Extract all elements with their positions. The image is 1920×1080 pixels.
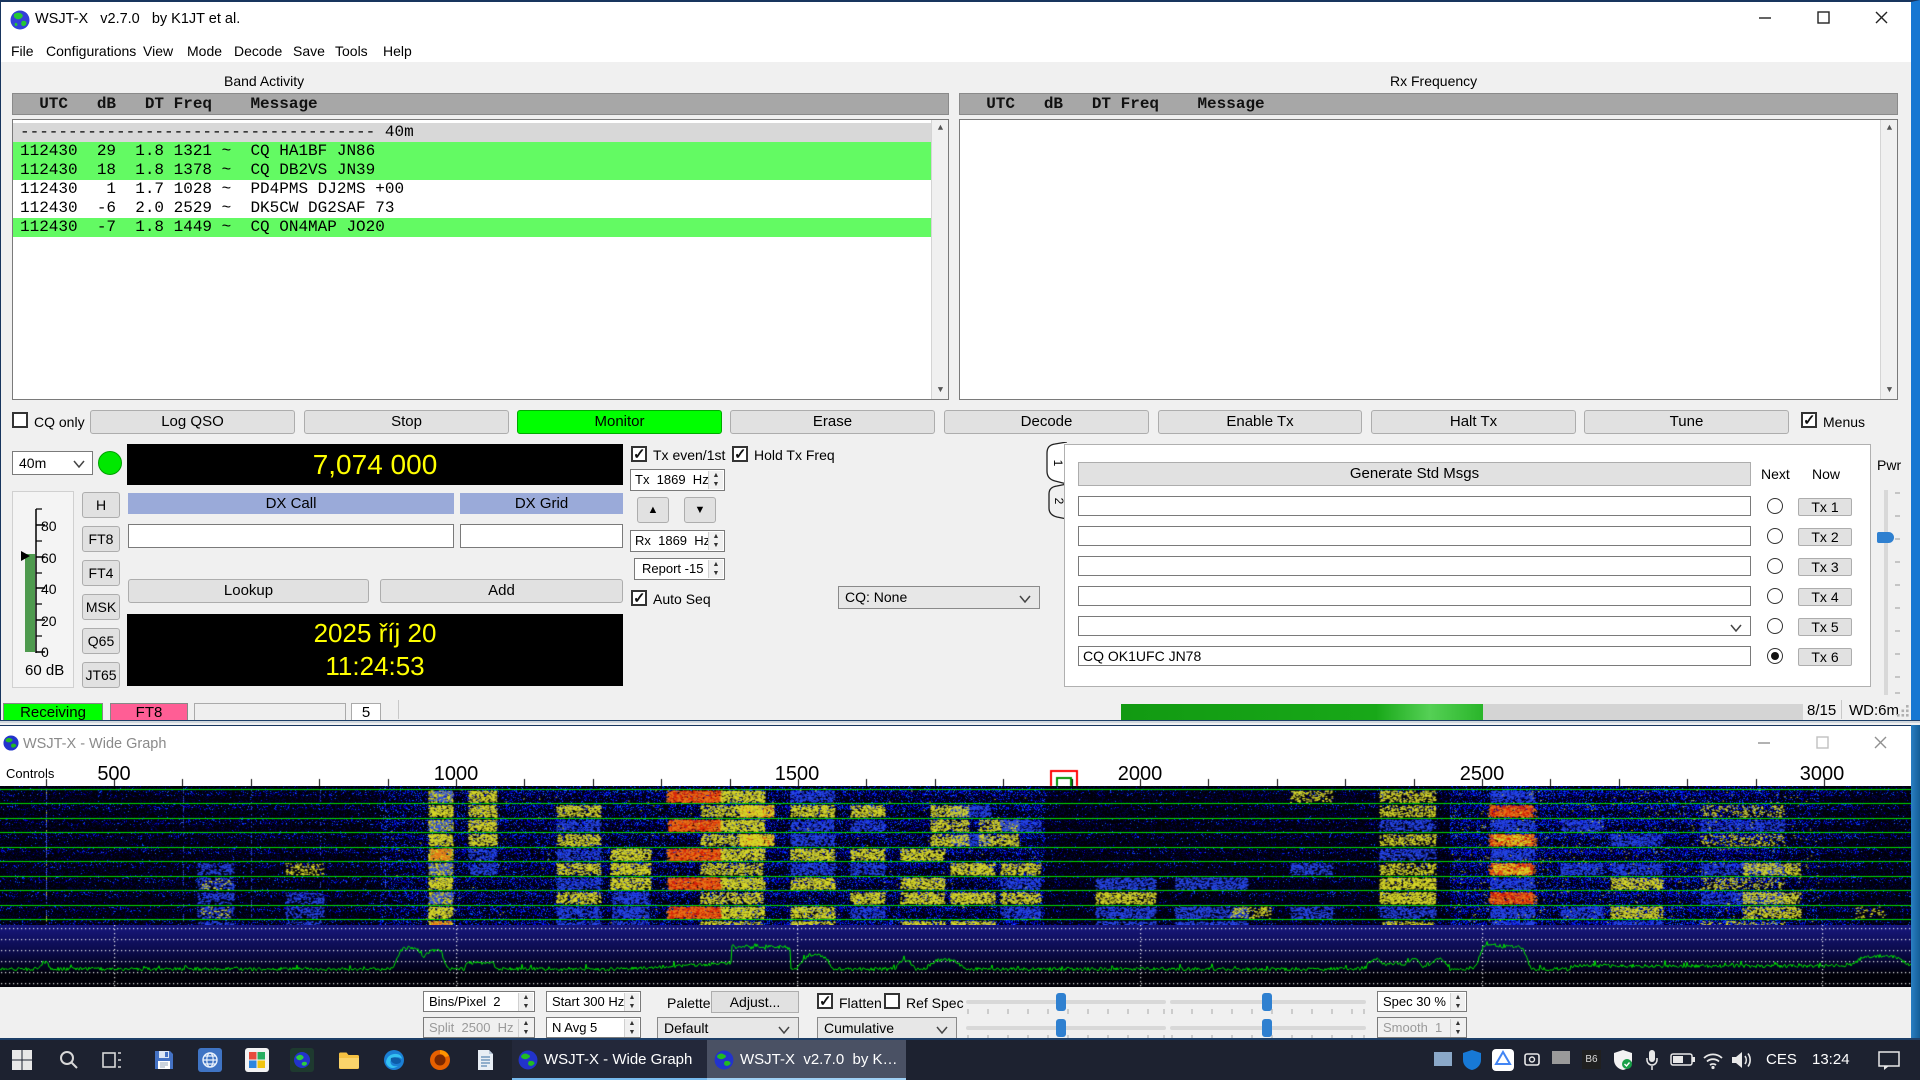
svg-text:1: 1: [1051, 460, 1065, 467]
